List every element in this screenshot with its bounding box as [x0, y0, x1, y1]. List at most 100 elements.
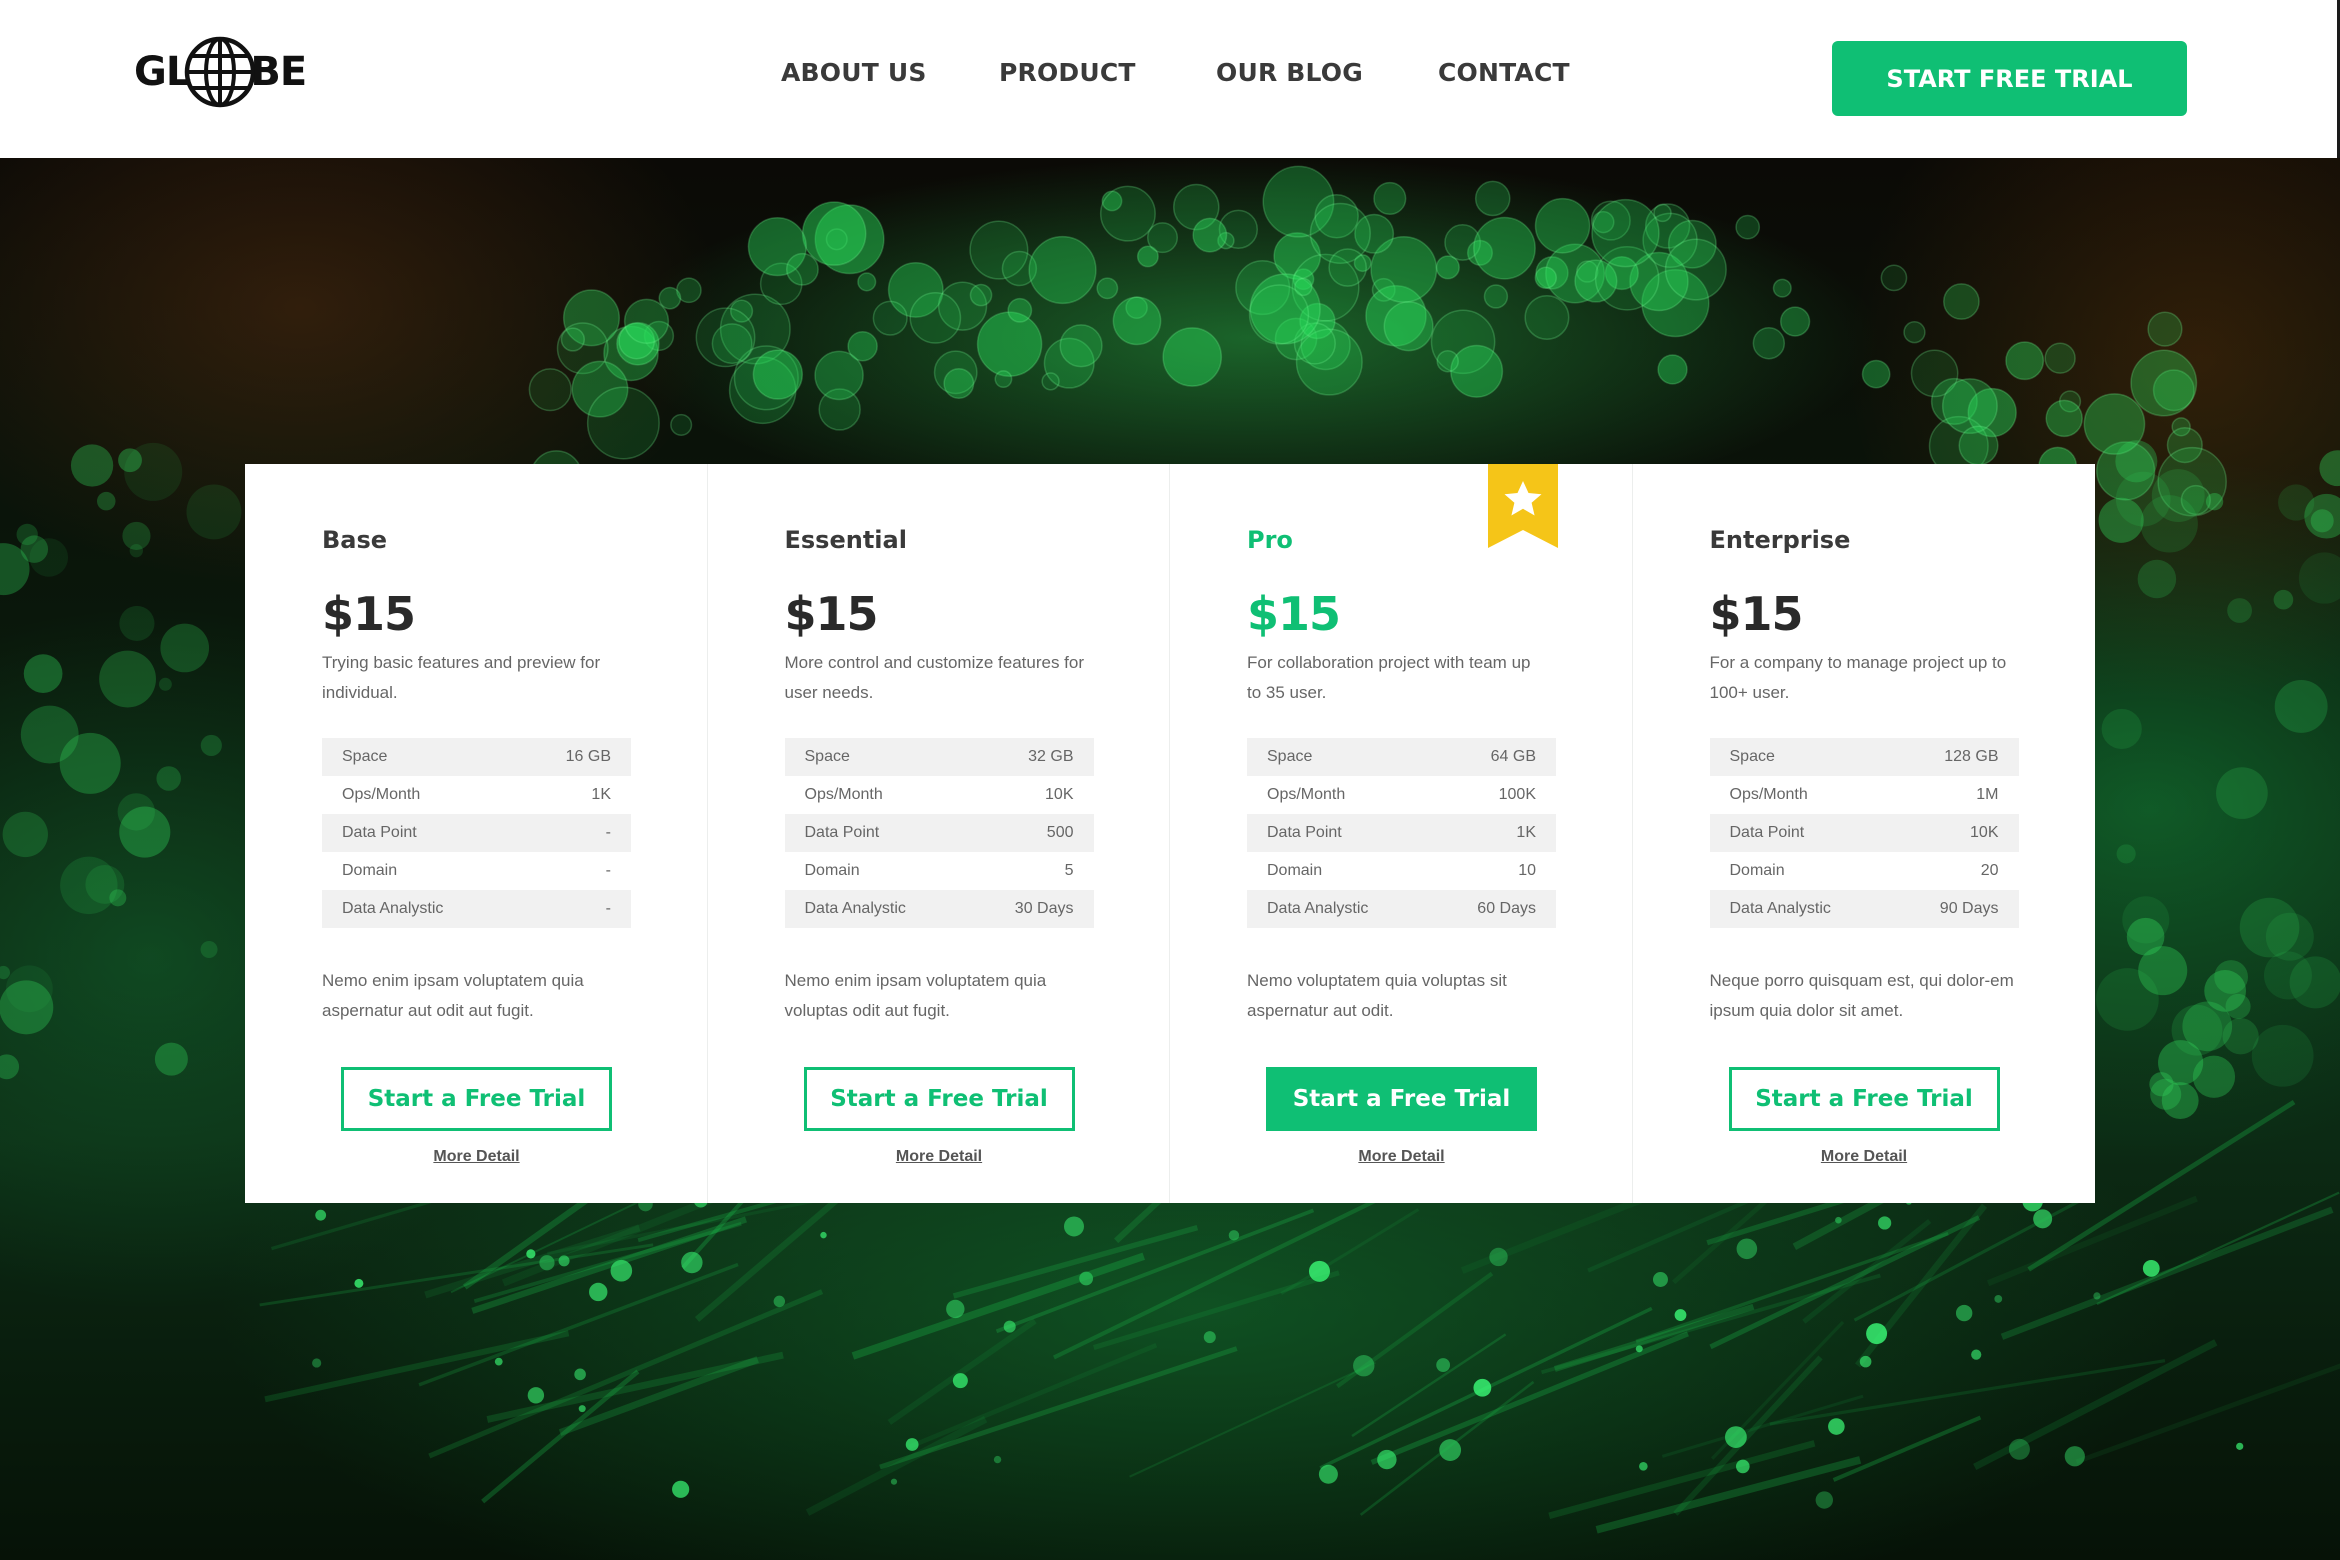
- feature-value: -: [605, 862, 611, 879]
- plan-name: Enterprise: [1709, 526, 1851, 554]
- feature-row: Data Point 1K: [1247, 814, 1556, 852]
- feature-value: 60 Days: [1477, 900, 1536, 917]
- feature-label: Domain: [1729, 862, 1785, 879]
- plan-card-essential: Essential $15 More control and customize…: [708, 464, 1170, 1203]
- start-free-trial-button[interactable]: START FREE TRIAL: [1832, 41, 2187, 116]
- feature-row: Ops/Month 1M: [1710, 776, 2019, 814]
- feature-list: Space 32 GB Ops/Month 10K Data Point 500 Do…: [784, 738, 1094, 928]
- feature-row: Space 128 GB: [1709, 738, 2019, 776]
- feature-row: Data Point 500: [784, 814, 1094, 852]
- feature-value: 10K: [1970, 824, 1999, 841]
- feature-list: Space 16 GB Ops/Month 1K Data Point - Domai…: [322, 738, 631, 928]
- plan-description: For collaboration project with team up t…: [1247, 653, 1531, 702]
- featured-ribbon: [1488, 464, 1558, 548]
- feature-value: 30 Days: [1014, 900, 1074, 917]
- feature-row: Data Analystic 90 Days: [1709, 890, 2019, 928]
- feature-label: Data Point: [342, 824, 417, 841]
- feature-row: Data Point -: [322, 814, 631, 852]
- feature-row: Data Point 10K: [1709, 814, 2019, 852]
- feature-label: Space: [804, 748, 850, 765]
- plan-description: Trying basic features and preview for in…: [322, 653, 601, 702]
- feature-row: Ops/Month 100K: [1247, 776, 1556, 814]
- feature-label: Ops/Month: [1729, 786, 1808, 803]
- feature-label: Space: [342, 748, 388, 765]
- pricing-table: Base $15 Trying basic features and previ…: [245, 464, 2095, 1203]
- more-detail-link-base[interactable]: More Detail: [322, 1148, 631, 1166]
- feature-value: 1K: [591, 786, 611, 803]
- feature-value: 10K: [1045, 786, 1074, 803]
- plan-card-pro: Pro $15 For collaboration project with t…: [1170, 464, 1633, 1203]
- nav-about-us[interactable]: ABOUT US: [781, 58, 927, 87]
- feature-value: 128 GB: [1944, 748, 1999, 765]
- feature-label: Data Analystic: [1267, 900, 1369, 917]
- feature-value: 100K: [1498, 786, 1536, 803]
- feature-value: 1K: [1516, 824, 1536, 841]
- feature-label: Data Analystic: [804, 900, 906, 917]
- plan-note: Nemo voluptatem quia voluptas sit aspern…: [1247, 971, 1507, 1020]
- site-header: GL BE ABOUT US PRODUCT OUR BLOG CONTACT …: [0, 0, 2337, 158]
- nav-our-blog[interactable]: OUR BLOG: [1216, 58, 1363, 87]
- plan-note: Nemo enim ipsam voluptatem quia aspernat…: [322, 971, 584, 1020]
- plan-card-enterprise: Enterprise $15 For a company to manage p…: [1633, 464, 2096, 1203]
- plan-description: More control and customize features for …: [784, 653, 1085, 702]
- feature-row: Ops/Month 1K: [322, 776, 631, 814]
- feature-value: 5: [1064, 862, 1074, 879]
- feature-row: Data Analystic 60 Days: [1247, 890, 1556, 928]
- feature-label: Space: [1267, 748, 1313, 765]
- feature-label: Space: [1729, 748, 1775, 765]
- plan-price: $15: [322, 587, 416, 641]
- feature-value: 64 GB: [1490, 748, 1536, 765]
- plan-price: $15: [784, 587, 879, 641]
- star-icon: [1488, 464, 1558, 548]
- plan-card-base: Base $15 Trying basic features and previ…: [245, 464, 708, 1203]
- plan-note: Neque porro quisquam est, qui dolor-em i…: [1709, 971, 2014, 1020]
- plan-description: For a company to manage project up to 10…: [1709, 653, 2007, 702]
- feature-value: -: [605, 900, 611, 917]
- feature-row: Data Analystic 30 Days: [784, 890, 1094, 928]
- feature-label: Domain: [804, 862, 860, 879]
- start-trial-button-enterprise[interactable]: Start a Free Trial: [1728, 1067, 2000, 1131]
- feature-label: Data Point: [1729, 824, 1805, 841]
- feature-value: 20: [1980, 862, 1999, 879]
- more-detail-link-pro[interactable]: More Detail: [1247, 1148, 1556, 1166]
- plan-name: Essential: [784, 526, 907, 554]
- feature-list: Space 128 GB Ops/Month 1M Data Point 10K Do…: [1709, 738, 2019, 928]
- start-trial-button-pro[interactable]: Start a Free Trial: [1266, 1067, 1537, 1131]
- feature-value: 16 GB: [565, 748, 611, 765]
- feature-label: Data Analystic: [342, 900, 444, 917]
- plan-price: $15: [1247, 587, 1341, 641]
- plan-price: $15: [1709, 587, 1804, 641]
- nav-product[interactable]: PRODUCT: [999, 58, 1136, 87]
- more-detail-link-essential[interactable]: More Detail: [785, 1148, 1094, 1166]
- feature-row: Space 16 GB: [322, 738, 631, 776]
- feature-row: Domain 5: [785, 852, 1094, 890]
- feature-row: Domain 10: [1247, 852, 1556, 890]
- feature-row: Space 32 GB: [784, 738, 1094, 776]
- start-trial-button-base[interactable]: Start a Free Trial: [341, 1067, 612, 1131]
- feature-value: 32 GB: [1028, 748, 1074, 765]
- feature-list: Space 64 GB Ops/Month 100K Data Point 1K Do…: [1247, 738, 1556, 928]
- feature-label: Ops/Month: [804, 786, 883, 803]
- start-trial-button-essential[interactable]: Start a Free Trial: [803, 1067, 1075, 1131]
- nav-contact[interactable]: CONTACT: [1438, 58, 1570, 87]
- feature-row: Domain 20: [1710, 852, 2019, 890]
- feature-row: Data Analystic -: [322, 890, 631, 928]
- feature-label: Domain: [1267, 862, 1323, 879]
- feature-value: 500: [1046, 824, 1074, 841]
- feature-label: Data Point: [1267, 824, 1342, 841]
- feature-label: Data Analystic: [1729, 900, 1831, 917]
- feature-value: 90 Days: [1939, 900, 1999, 917]
- more-detail-link-enterprise[interactable]: More Detail: [1710, 1148, 2019, 1166]
- feature-label: Ops/Month: [342, 786, 421, 803]
- plan-name: Base: [322, 526, 388, 554]
- feature-row: Domain -: [322, 852, 631, 890]
- plan-note: Nemo enim ipsam voluptatem quia voluptas…: [784, 971, 1047, 1020]
- feature-label: Domain: [342, 862, 398, 879]
- plan-name: Pro: [1247, 526, 1293, 554]
- feature-value: 1M: [1976, 786, 1999, 803]
- feature-label: Ops/Month: [1267, 786, 1346, 803]
- feature-value: -: [605, 824, 611, 841]
- feature-label: Data Point: [804, 824, 880, 841]
- feature-row: Ops/Month 10K: [785, 776, 1094, 814]
- feature-row: Space 64 GB: [1247, 738, 1556, 776]
